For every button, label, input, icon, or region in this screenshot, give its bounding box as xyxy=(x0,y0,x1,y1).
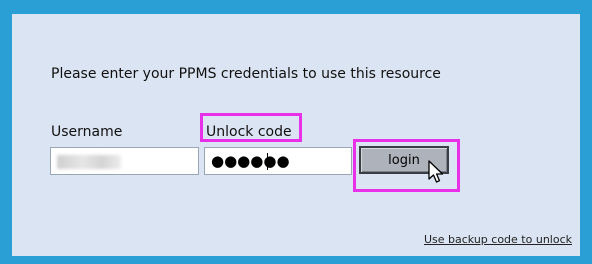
username-label: Username xyxy=(51,124,123,140)
mouse-pointer-icon xyxy=(428,160,444,183)
redacted-username xyxy=(57,155,121,169)
text-caret xyxy=(267,153,268,170)
dialog-heading: Please enter your PPMS credentials to us… xyxy=(51,66,441,82)
unlock-code-masked-value: ●●●●●● xyxy=(211,152,290,170)
username-input[interactable] xyxy=(50,147,199,175)
unlock-code-label-highlight xyxy=(200,113,302,142)
backup-code-link[interactable]: Use backup code to unlock xyxy=(424,233,572,246)
unlock-code-input[interactable]: ●●●●●● xyxy=(204,147,352,175)
login-button-label: login xyxy=(388,152,420,168)
